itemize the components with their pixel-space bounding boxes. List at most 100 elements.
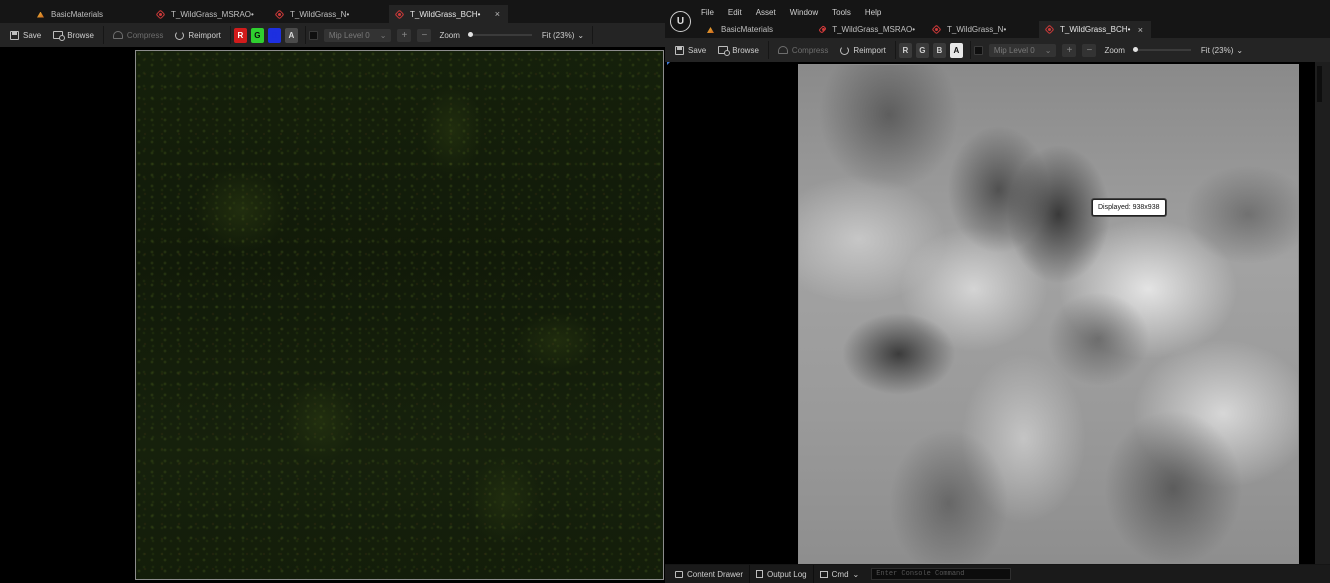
alpha-channel-toggle[interactable]: A	[284, 27, 298, 43]
tab-wildgrass-bch[interactable]: T_WildGrass_BCH• ×	[1039, 21, 1151, 38]
mip-increase-button[interactable]: +	[397, 28, 412, 42]
left-toolbar: Save Browse Compress Reimport R G B A Mi…	[0, 23, 665, 47]
viewport-corner-marker	[667, 62, 670, 65]
zoom-fit-value: Fit (23%)	[1200, 45, 1234, 55]
texture-icon	[1045, 25, 1054, 34]
green-channel-toggle[interactable]: G	[915, 42, 929, 58]
right-tab-strip: BasicMaterials T_WildGrass_MSRAO• T_Wild…	[665, 21, 1330, 38]
zoom-slider-knob[interactable]	[1132, 47, 1138, 52]
compress-label: Compress	[791, 45, 829, 55]
tab-wildgrass-msrao[interactable]: T_WildGrass_MSRAO•	[813, 21, 921, 38]
mip-decrease-button[interactable]: −	[1082, 43, 1097, 57]
console-command-input[interactable]	[871, 568, 1012, 580]
tab-label: T_WildGrass_BCH•	[1060, 25, 1131, 34]
output-log-label: Output Log	[767, 569, 807, 579]
mip-level-dropdown[interactable]: Mip Level 0 ⌄	[323, 28, 392, 42]
chevron-down-icon: ⌄	[852, 569, 860, 579]
tab-label: T_WildGrass_BCH•	[410, 9, 481, 19]
cmd-dropdown[interactable]: Cmd ⌄	[814, 565, 866, 583]
tab-wildgrass-n[interactable]: T_WildGrass_N•	[269, 5, 384, 23]
texture-icon	[932, 25, 941, 34]
left-editor-window: BasicMaterials T_WildGrass_MSRAO• T_Wild…	[0, 0, 665, 583]
blue-channel-toggle[interactable]: B	[932, 42, 946, 58]
separator	[969, 41, 971, 59]
browse-button[interactable]: Browse	[47, 26, 100, 44]
menu-edit[interactable]: Edit	[726, 6, 750, 20]
chevron-down-icon: ⌄	[1236, 45, 1244, 55]
browse-icon	[718, 46, 731, 56]
tab-label: T_WildGrass_MSRAO•	[832, 25, 915, 34]
close-icon[interactable]: ×	[1138, 25, 1143, 35]
mip-checkbox[interactable]	[308, 30, 318, 40]
tab-wildgrass-msrao[interactable]: T_WildGrass_MSRAO•	[150, 5, 265, 23]
mip-checkbox[interactable]	[973, 45, 983, 55]
zoom-slider[interactable]	[1132, 47, 1191, 52]
green-channel-toggle[interactable]: G	[250, 27, 264, 43]
console-icon	[819, 570, 828, 578]
reimport-button[interactable]: Reimport	[169, 26, 226, 44]
save-icon	[10, 30, 19, 40]
compress-button[interactable]: Compress	[107, 26, 169, 44]
zoom-slider[interactable]	[467, 32, 532, 37]
save-icon	[675, 45, 684, 55]
mip-level-value: Mip Level 0	[993, 45, 1035, 55]
tab-label: T_WildGrass_N•	[947, 25, 1007, 34]
mip-level-dropdown[interactable]: Mip Level 0 ⌄	[988, 43, 1057, 57]
menu-help[interactable]: Help	[863, 6, 889, 20]
tab-wildgrass-n[interactable]: T_WildGrass_N•	[926, 21, 1034, 38]
tab-wildgrass-bch[interactable]: T_WildGrass_BCH• ×	[389, 5, 508, 23]
compress-label: Compress	[126, 30, 164, 40]
compress-icon	[777, 46, 788, 54]
cmd-label: Cmd	[831, 569, 849, 579]
save-button[interactable]: Save	[4, 26, 47, 44]
browse-button[interactable]: Browse	[712, 41, 765, 59]
reimport-button[interactable]: Reimport	[834, 41, 891, 59]
reimport-label: Reimport	[853, 45, 886, 55]
red-channel-toggle[interactable]: R	[233, 27, 247, 43]
mip-increase-button[interactable]: +	[1062, 43, 1077, 57]
menu-asset[interactable]: Asset	[754, 6, 784, 20]
zoom-fit-dropdown[interactable]: Fit (23%) ⌄	[1201, 46, 1243, 55]
mip-level-value: Mip Level 0	[328, 30, 370, 40]
zoom-fit-dropdown[interactable]: Fit (23%) ⌄	[542, 31, 584, 40]
menu-file[interactable]: File	[699, 6, 722, 20]
separator	[894, 41, 896, 59]
tab-basic-materials[interactable]: BasicMaterials	[30, 5, 145, 23]
display-size-tooltip: Displayed: 938x938	[1092, 199, 1166, 216]
save-button[interactable]: Save	[669, 41, 712, 59]
tab-label: BasicMaterials	[721, 25, 774, 34]
output-log-icon	[756, 570, 764, 578]
separator	[304, 26, 306, 44]
menu-window[interactable]: Window	[788, 6, 826, 20]
mip-decrease-button[interactable]: −	[417, 28, 432, 42]
content-drawer-icon	[675, 570, 683, 578]
menu-tools[interactable]: Tools	[830, 6, 859, 20]
tab-label: BasicMaterials	[51, 9, 104, 19]
alpha-channel-toggle[interactable]: A	[949, 42, 963, 58]
content-drawer-button[interactable]: Content Drawer	[669, 565, 751, 583]
separator	[229, 26, 231, 44]
blue-channel-toggle[interactable]: B	[267, 27, 281, 43]
zoom-slider-knob[interactable]	[467, 32, 473, 37]
right-editor-window: U File Edit Asset Window Tools Help Basi…	[665, 0, 1330, 583]
scrollbar[interactable]	[1317, 66, 1322, 102]
zoom-fit-value: Fit (23%)	[541, 30, 575, 40]
red-channel-toggle[interactable]: R	[898, 42, 912, 58]
tab-basic-materials[interactable]: BasicMaterials	[700, 21, 808, 38]
texture-icon	[395, 10, 404, 19]
reimport-label: Reimport	[188, 30, 221, 40]
separator	[767, 41, 769, 59]
compress-button[interactable]: Compress	[772, 41, 834, 59]
details-panel-edge	[1315, 62, 1330, 564]
texture-viewport[interactable]	[0, 47, 665, 583]
tab-label: T_WildGrass_MSRAO•	[171, 9, 254, 19]
zoom-label: Zoom	[1104, 45, 1125, 55]
output-log-button[interactable]: Output Log	[750, 565, 814, 583]
close-icon[interactable]: ×	[495, 9, 500, 19]
browse-label: Browse	[67, 30, 94, 40]
texture-viewport[interactable]: Displayed: 938x938	[665, 62, 1330, 564]
chevron-down-icon: ⌄	[577, 30, 585, 40]
menu-bar: File Edit Asset Window Tools Help	[699, 6, 893, 20]
separator	[592, 26, 594, 44]
height-texture-preview	[798, 64, 1299, 564]
